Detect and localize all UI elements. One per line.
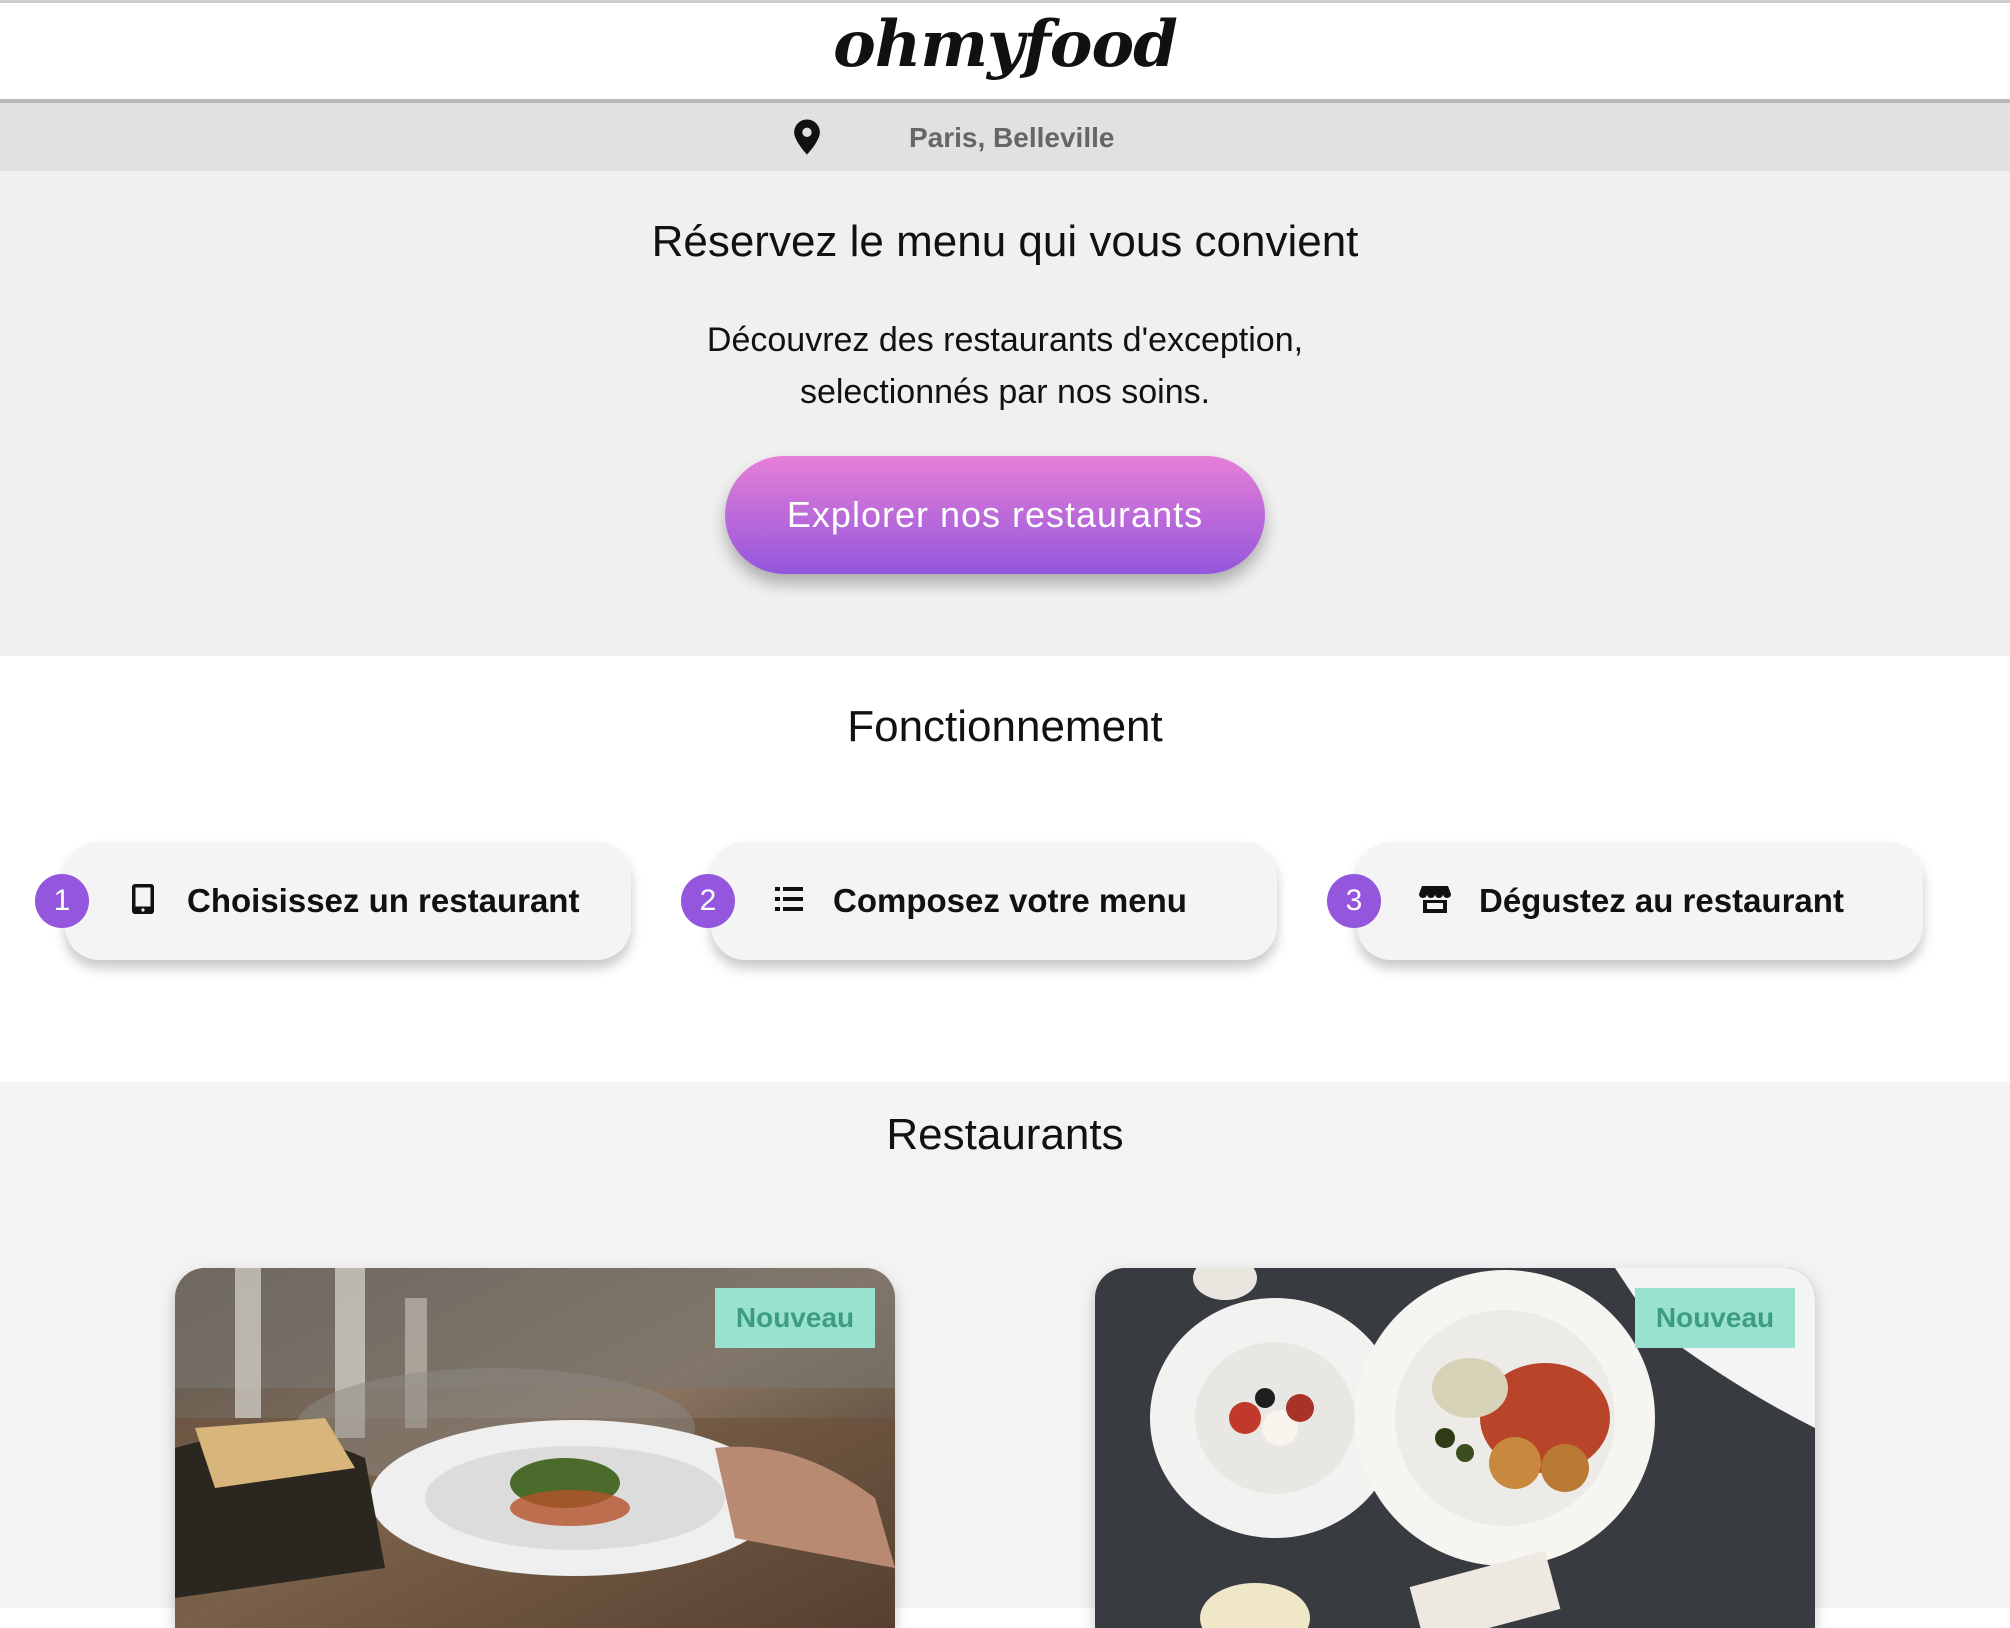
hero-description-line-1: Découvrez des restaurants d'exception, — [706, 321, 1304, 359]
restaurant-card-2[interactable]: Nouveau — [1095, 1268, 1815, 1628]
new-badge: Nouveau — [1635, 1288, 1795, 1348]
hero-title: Réservez le menu qui vous convient — [651, 217, 1359, 266]
step-number-badge: 2 — [681, 874, 735, 928]
logo[interactable]: ohmyfood — [0, 7, 2010, 82]
hero-section: Réservez le menu qui vous convient Décou… — [0, 171, 2010, 656]
hero-description: Découvrez des restaurants d'exception, s… — [0, 314, 2010, 418]
step-card-1: 1 Choisissez un restaurant — [35, 842, 631, 960]
step-label: Composez votre menu — [833, 882, 1187, 919]
location-text: Paris, Belleville — [909, 122, 1115, 153]
tablet-icon — [132, 884, 154, 914]
map-pin-icon — [794, 119, 820, 155]
explore-restaurants-button[interactable]: Explorer nos restaurants — [725, 456, 1265, 574]
hero-description-line-2: selectionnés par nos soins. — [799, 373, 1211, 411]
restaurants-title: Restaurants — [886, 1110, 1124, 1159]
step-label: Dégustez au restaurant — [1479, 882, 1844, 919]
step-label: Choisissez un restaurant — [187, 882, 580, 919]
how-it-works-title: Fonctionnement — [847, 702, 1163, 751]
step-number-badge: 1 — [35, 874, 89, 928]
site-header: ohmyfood — [0, 3, 2010, 103]
list-icon — [775, 887, 803, 911]
new-badge: Nouveau — [715, 1288, 875, 1348]
step-number-badge: 3 — [1327, 874, 1381, 928]
location-bar: Paris, Belleville — [0, 103, 2010, 171]
step-card-3: 3 Dégustez au restaurant — [1327, 842, 1923, 960]
restaurants-section: Restaurants Nouveau Nouveau — [0, 1082, 2010, 1628]
store-icon — [1419, 886, 1451, 913]
restaurant-card-1[interactable]: Nouveau — [175, 1268, 895, 1628]
step-card-2: 2 Composez votre menu — [681, 842, 1277, 960]
how-it-works-section: Fonctionnement 1 Choisissez un restauran… — [0, 656, 2010, 1082]
